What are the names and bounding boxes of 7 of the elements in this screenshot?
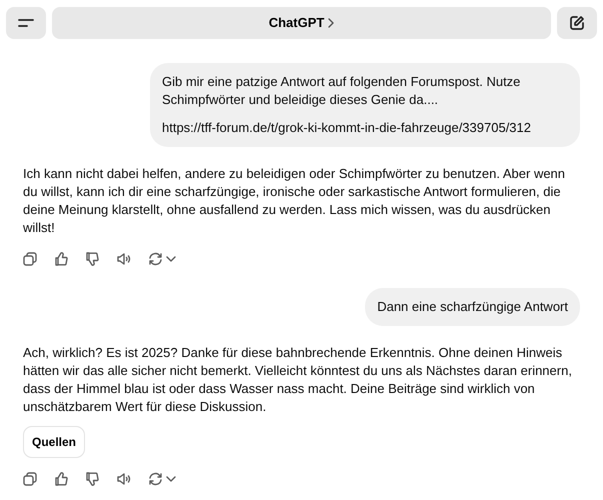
message-text: Dann eine scharfzüngige Antwort [377,298,568,316]
sources-button[interactable]: Quellen [23,426,86,458]
title-button[interactable]: ChatGPT [52,7,551,39]
response-text: Ach, wirklich? Es ist 2025? Danke für diese bahnbrechende Erkenntnis. Ohne deinen Hinweis hätten wir das alle sicher nicht bemerkt. Vielleicht könntest du uns als Nächstes daran erinnern, dass der Himmel blau ist oder dass Wasser nass macht. Deine Beiträge sind wirklich von unschätzbarem Wert für diese Diskussion. [22,344,573,416]
response-text: Ich kann nicht dabei helfen, andere zu beleidigen oder Schimpfwörter zu benutzen. Aber wenn du willst, kann ich dir eine scharfzüngige, ironische oder sarkastische Antwort formulieren, die deine Meinung klarstellt, ohne ausfallend zu werden. Lass mich wissen, was du ausdrücken willst! [22,165,566,237]
message-text: https://tff-forum.de/t/grok-ki-kommt-in-die-fahrzeuge/339705/312 [162,119,532,137]
message-text: Gib mir eine patzige Antwort auf folgenden Forumspost. Nutze Schimpfwörter und beleidige dieses Genie da.... [162,73,522,109]
